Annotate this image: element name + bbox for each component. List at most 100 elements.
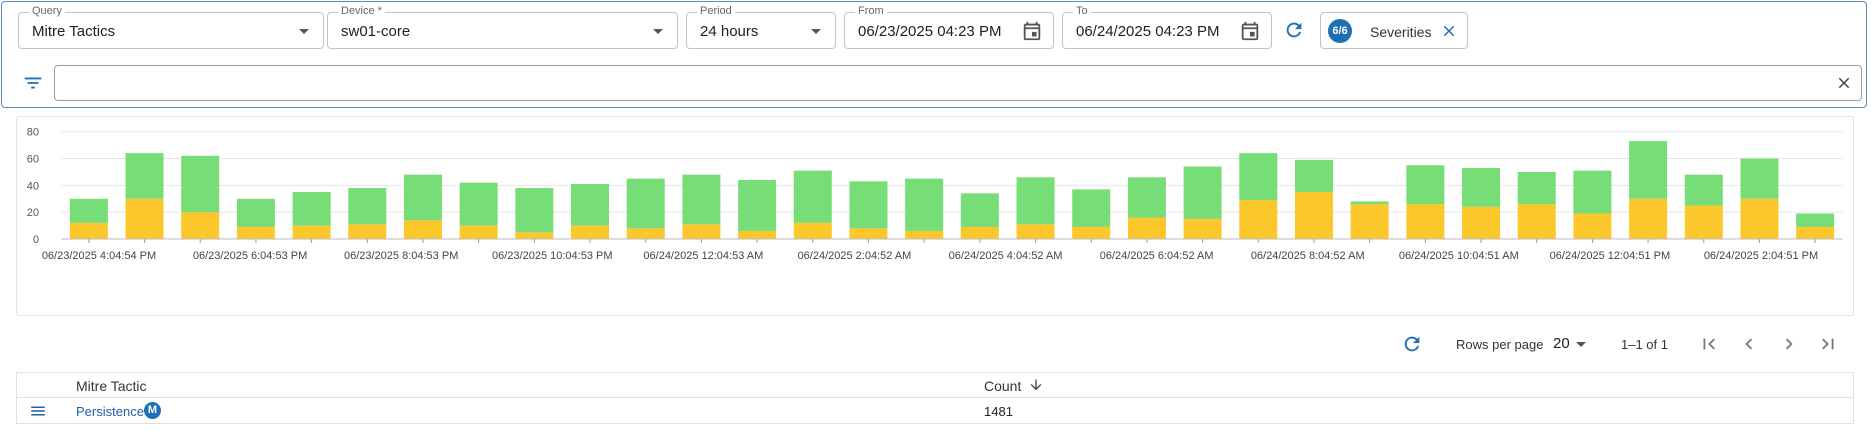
bar-segment-green[interactable] [1684, 174, 1723, 206]
bar-segment-yellow[interactable] [1573, 213, 1612, 239]
bar-segment-green[interactable] [459, 182, 498, 226]
bar-segment-yellow[interactable] [1796, 226, 1835, 239]
x-tick-label: 06/23/2025 4:04:54 PM [42, 250, 156, 262]
bar-segment-green[interactable] [1629, 141, 1668, 199]
bar-segment-yellow[interactable] [515, 232, 554, 239]
bar-segment-green[interactable] [1016, 177, 1055, 225]
caret-down-icon[interactable] [1576, 342, 1586, 347]
bar-segment-yellow[interactable] [1684, 205, 1723, 239]
bar-segment-yellow[interactable] [348, 224, 387, 239]
bar-segment-yellow[interactable] [1239, 200, 1278, 239]
caret-down-icon [299, 29, 309, 34]
table-row[interactable]: Persistence M 1481 [17, 398, 1853, 424]
refresh-icon[interactable] [1282, 18, 1306, 42]
bar-segment-green[interactable] [849, 181, 888, 229]
bar-segment-yellow[interactable] [1350, 204, 1389, 239]
filter-icon[interactable] [20, 70, 46, 96]
bar-segment-yellow[interactable] [181, 212, 220, 239]
bar-segment-green[interactable] [1294, 159, 1333, 193]
bar-segment-green[interactable] [571, 184, 610, 226]
refresh-icon[interactable] [1400, 332, 1424, 356]
bar-segment-yellow[interactable] [738, 230, 777, 239]
bar-segment-green[interactable] [1517, 171, 1556, 205]
caret-down-icon [653, 29, 663, 34]
bar-segment-yellow[interactable] [905, 230, 944, 239]
menu-icon[interactable] [29, 402, 47, 420]
bar-segment-green[interactable] [1239, 153, 1278, 201]
bar-segment-green[interactable] [125, 153, 164, 199]
bar-segment-yellow[interactable] [1462, 206, 1501, 239]
x-tick-label: 06/24/2025 6:04:52 AM [1100, 250, 1214, 262]
last-page-icon[interactable] [1816, 332, 1840, 356]
severities-chip[interactable]: 6/6 Severities [1320, 12, 1468, 49]
bar-segment-green[interactable] [515, 188, 554, 233]
bar-segment-green[interactable] [738, 179, 777, 231]
bar-segment-green[interactable] [1406, 165, 1445, 205]
bar-segment-yellow[interactable] [1294, 192, 1333, 239]
bar-segment-yellow[interactable] [69, 222, 108, 239]
bar-segment-green[interactable] [682, 174, 721, 225]
calendar-icon[interactable] [1021, 20, 1043, 47]
column-header-tactic[interactable]: Mitre Tactic [76, 378, 147, 394]
device-label: Device * [338, 5, 385, 17]
from-datetime-field[interactable]: From 06/23/2025 04:23 PM [844, 5, 1054, 49]
bar-segment-yellow[interactable] [459, 225, 498, 239]
clear-icon[interactable] [1835, 74, 1853, 92]
bar-segment-green[interactable] [403, 174, 442, 221]
bar-segment-yellow[interactable] [793, 222, 832, 239]
bar-segment-green[interactable] [960, 193, 999, 227]
column-header-count[interactable]: Count [984, 378, 1021, 394]
device-value: sw01-core [341, 23, 411, 40]
bar-segment-green[interactable] [1183, 166, 1222, 219]
x-tick-label: 06/24/2025 2:04:52 AM [798, 250, 912, 262]
page-range: 1–1 of 1 [1621, 337, 1668, 352]
bar-segment-green[interactable] [181, 155, 220, 213]
device-select[interactable]: Device * sw01-core [327, 5, 678, 49]
bar-segment-yellow[interactable] [292, 225, 331, 239]
bar-segment-yellow[interactable] [1183, 218, 1222, 239]
bar-segment-green[interactable] [69, 198, 108, 223]
bar-segment-yellow[interactable] [1072, 226, 1111, 239]
bar-segment-green[interactable] [793, 170, 832, 223]
bar-segment-green[interactable] [1796, 213, 1835, 227]
chart-card: 0 20 40 60 80 06/23/2025 4:04:54 PM 06/23/2025… [16, 116, 1854, 316]
previous-page-icon[interactable] [1737, 332, 1761, 356]
rows-per-page-select[interactable]: 20 [1553, 335, 1570, 352]
search-input[interactable] [54, 65, 1862, 101]
bar-segment-green[interactable] [348, 188, 387, 225]
bar-segment-yellow[interactable] [403, 220, 442, 239]
bar-segment-yellow[interactable] [125, 198, 164, 239]
bar-segment-yellow[interactable] [1629, 198, 1668, 239]
bar-segment-green[interactable] [905, 178, 944, 231]
close-icon[interactable] [1440, 22, 1458, 45]
bar-segment-green[interactable] [1740, 158, 1779, 199]
bar-segment-green[interactable] [1573, 170, 1612, 214]
bar-segment-green[interactable] [1350, 201, 1389, 205]
first-page-icon[interactable] [1697, 332, 1721, 356]
sort-descending-icon[interactable] [1028, 377, 1044, 393]
bar-segment-yellow[interactable] [849, 228, 888, 239]
query-select[interactable]: Query Mitre Tactics [18, 5, 324, 49]
next-page-icon[interactable] [1777, 332, 1801, 356]
tactic-link[interactable]: Persistence [76, 404, 144, 419]
period-select[interactable]: Period 24 hours [686, 5, 836, 49]
to-datetime-field[interactable]: To 06/24/2025 04:23 PM [1062, 5, 1272, 49]
bar-segment-yellow[interactable] [960, 226, 999, 239]
bar-segment-green[interactable] [1127, 177, 1166, 218]
bar-segment-green[interactable] [1462, 167, 1501, 207]
bar-segment-green[interactable] [236, 198, 275, 227]
bar-segment-yellow[interactable] [1517, 204, 1556, 239]
bar-segment-yellow[interactable] [1016, 224, 1055, 239]
bar-segment-yellow[interactable] [1740, 198, 1779, 239]
bar-segment-yellow[interactable] [1127, 217, 1166, 239]
x-tick-label: 06/24/2025 12:04:51 PM [1550, 250, 1670, 262]
calendar-icon[interactable] [1239, 20, 1261, 47]
bar-segment-green[interactable] [626, 178, 665, 229]
bar-segment-yellow[interactable] [626, 228, 665, 239]
bar-segment-yellow[interactable] [236, 226, 275, 239]
bar-segment-yellow[interactable] [571, 225, 610, 239]
bar-segment-yellow[interactable] [1406, 204, 1445, 239]
bar-segment-yellow[interactable] [682, 224, 721, 239]
bar-segment-green[interactable] [1072, 189, 1111, 227]
bar-segment-green[interactable] [292, 192, 331, 226]
